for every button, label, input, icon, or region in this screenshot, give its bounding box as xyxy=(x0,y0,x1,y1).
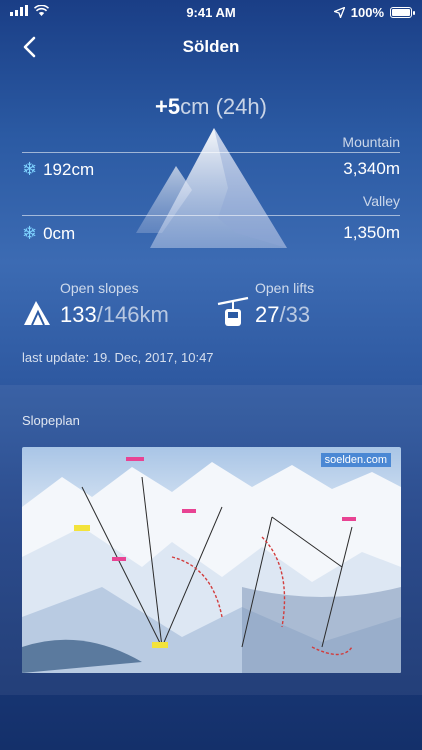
snowflake-icon: ❄ xyxy=(22,223,38,243)
snowfall-24h-value: +5 xyxy=(155,94,181,119)
slopeplan-title: Slopeplan xyxy=(22,413,80,428)
valley-snow-value: 0cm xyxy=(43,224,76,243)
status-right: 100% xyxy=(333,5,415,20)
gondola-icon xyxy=(217,296,249,326)
status-bar: 9:41 AM 100% xyxy=(0,0,422,24)
page-title: Sölden xyxy=(182,37,240,56)
valley-divider xyxy=(22,215,400,216)
snowfall-24h: +5cm (24h) xyxy=(0,94,422,120)
slopeplan-brand: soelden.com xyxy=(320,453,391,467)
open-slopes-total: /146km xyxy=(96,302,169,327)
open-slopes-value: 133/146km xyxy=(60,302,169,328)
nav-bar: Sölden xyxy=(0,30,422,64)
snowfall-24h-unit: cm (24h) xyxy=(180,94,267,119)
valley-snow: ❄ 0cm xyxy=(22,223,75,244)
open-lifts-label: Open lifts xyxy=(255,280,315,296)
slopeplan-panel: Slopeplan soelden.com xyxy=(0,385,422,695)
open-slopes-label: Open slopes xyxy=(60,280,139,296)
battery-icon xyxy=(390,7,415,18)
open-lifts-count: 27 xyxy=(255,302,280,327)
snowflake-icon: ❄ xyxy=(22,159,38,179)
location-arrow-icon xyxy=(333,7,345,18)
mountain-illustration xyxy=(136,128,287,248)
valley-elevation: 1,350m xyxy=(343,223,400,242)
mountain-divider xyxy=(22,152,400,153)
mountain-snow: ❄ 192cm xyxy=(22,159,94,180)
open-slopes-count: 133 xyxy=(60,302,97,327)
valley-label: Valley xyxy=(362,193,400,209)
slopeplan-map[interactable]: soelden.com xyxy=(22,447,401,673)
mountain-label: Mountain xyxy=(342,134,400,150)
open-lifts-total: /33 xyxy=(279,302,311,327)
mountain-snow-value: 192cm xyxy=(43,160,95,179)
slopeplan-illustration xyxy=(22,457,401,673)
open-lifts-value: 27/33 xyxy=(255,302,310,328)
ski-slope-icon xyxy=(24,301,50,326)
resort-stats: Open slopes 133/146km Open lifts 27/33 xyxy=(0,280,422,340)
last-update: last update: 19. Dec, 2017, 10:47 xyxy=(22,350,214,365)
battery-fill xyxy=(392,9,410,16)
mountain-elevation: 3,340m xyxy=(343,159,400,178)
battery-percent: 100% xyxy=(350,5,384,20)
